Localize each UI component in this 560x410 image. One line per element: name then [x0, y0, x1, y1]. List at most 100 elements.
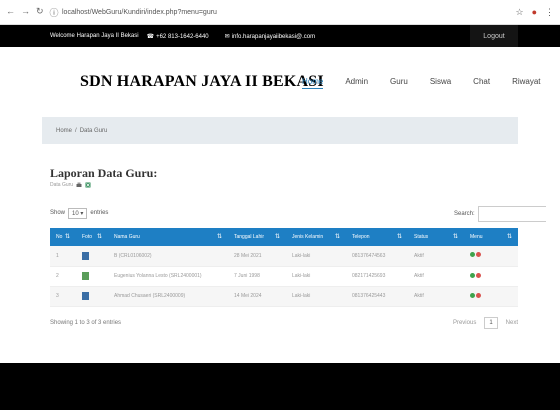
edit-icon[interactable] — [470, 252, 475, 258]
teacher-photo[interactable] — [82, 272, 89, 280]
cell-status: Aktif — [414, 293, 424, 299]
nav-home[interactable]: Home — [302, 77, 324, 89]
sort-icon: ⇅ — [452, 234, 458, 240]
entries-value: 10 — [72, 210, 79, 217]
previous-button[interactable]: Previous — [453, 320, 476, 326]
nav-guru[interactable]: Guru — [390, 77, 408, 89]
breadcrumb-separator: / — [75, 127, 77, 134]
search-input[interactable] — [477, 206, 546, 222]
email-info: ✉ info.harapanjayaiibekasi@.com — [225, 33, 324, 40]
entries-select[interactable]: 10 ▾ — [68, 207, 88, 219]
cell-menu — [464, 266, 518, 286]
delete-icon[interactable] — [476, 252, 481, 258]
nav-riwayat[interactable]: Riwayat — [512, 77, 540, 89]
phone-info: ☎ +62 813-1642-6440 — [147, 33, 217, 40]
browser-menu-icon[interactable]: ⋮ — [545, 7, 554, 18]
cell-tanggal: 14 Mei 2024 — [234, 293, 262, 299]
col-foto[interactable]: Foto ⇅ — [76, 228, 108, 246]
cell-foto — [76, 286, 108, 306]
cell-foto — [76, 246, 108, 266]
table-row: 2 Eugenius Yolanna Lesto (SRL2400001) 7 … — [50, 266, 518, 286]
sort-icon: ⇅ — [64, 234, 70, 240]
teacher-photo[interactable] — [82, 292, 89, 300]
excel-export-icon[interactable] — [85, 182, 91, 188]
cell-telepon: 082171425693 — [352, 273, 386, 279]
col-no[interactable]: No ⇅ — [50, 228, 76, 246]
site-header: SDN HARAPAN JAYA II BEKASI Home Admin Gu… — [0, 47, 560, 117]
teacher-photo[interactable] — [82, 251, 89, 260]
cell-no: 3 — [56, 293, 59, 299]
entries-label: entries — [90, 210, 109, 216]
col-telepon[interactable]: Telepon ⇅ — [346, 228, 408, 246]
col-nama[interactable]: Nama Guru ⇅ — [108, 228, 228, 246]
table-header-row: No ⇅ Foto ⇅ Nama Guru ⇅ Tanggal Lahir ⇅ Jeni… — [50, 228, 518, 246]
logout-button[interactable]: Logout — [470, 25, 518, 47]
cell-telepon: 081376474563 — [352, 252, 386, 259]
table-row: 1 B (CRL0106002) 28 Mei 2021 Laki-laki 0… — [50, 246, 518, 266]
email-text: info.harapanjayaiibekasi@.com — [231, 33, 316, 40]
back-icon[interactable]: ← — [6, 6, 15, 19]
table-controls: Show 10 ▾ entries Search: — [50, 206, 560, 222]
cell-no: 2 — [56, 273, 59, 279]
show-label: Show — [50, 210, 66, 216]
site-footer — [0, 363, 560, 410]
breadcrumb-current: Data Guru — [79, 127, 108, 134]
browser-nav: ← → ↻ ⓘ — [6, 6, 62, 19]
site-info-icon[interactable]: ⓘ — [50, 6, 59, 19]
nav-chat[interactable]: Chat — [473, 77, 490, 89]
reload-icon[interactable]: ↻ — [36, 6, 44, 19]
next-button[interactable]: Next — [506, 320, 518, 326]
page-title: Laporan Data Guru: — [50, 166, 158, 180]
forward-icon[interactable]: → — [21, 6, 30, 19]
search-label: Search: — [454, 211, 475, 217]
search-area: Search: — [454, 206, 546, 222]
edit-icon[interactable] — [470, 272, 475, 278]
sort-icon: ⇅ — [506, 234, 512, 240]
table-row: 3 Ahmad Chusaeri (SRL2400009) 14 Mei 202… — [50, 286, 518, 306]
sort-icon: ⇅ — [334, 234, 340, 240]
bookmark-star-icon[interactable]: ☆ — [515, 7, 523, 18]
cell-nama: Ahmad Chusaeri (SRL2400009) — [114, 293, 186, 299]
cell-status: Aktif — [414, 252, 424, 259]
cell-nama: B (CRL0106002) — [114, 252, 152, 259]
site-brand[interactable]: SDN HARAPAN JAYA II BEKASI — [80, 73, 324, 91]
col-menu[interactable]: Menu ⇅ — [464, 228, 518, 246]
cell-jenis-kelamin: Laki-laki — [292, 293, 311, 299]
cell-menu — [464, 246, 518, 266]
phone-text: +62 813-1642-6440 — [156, 33, 209, 40]
welcome-text: Welcome Harapan Jaya II Bekasi — [50, 33, 139, 39]
print-icon[interactable] — [76, 182, 82, 188]
sort-icon: ⇅ — [216, 234, 222, 240]
cell-tanggal: 28 Mei 2021 — [234, 252, 262, 259]
phone-icon: ☎ — [146, 33, 155, 40]
cell-menu — [464, 286, 518, 306]
cell-nama: Eugenius Yolanna Lesto (SRL2400001) — [114, 273, 202, 279]
col-status[interactable]: Status ⇅ — [408, 228, 464, 246]
breadcrumb-home[interactable]: Home — [56, 128, 72, 134]
extension-icon[interactable]: ● — [532, 7, 537, 18]
sort-icon: ⇅ — [96, 234, 102, 240]
cell-jenis-kelamin: Laki-laki — [292, 252, 311, 259]
edit-icon[interactable] — [470, 292, 475, 298]
nav-admin[interactable]: Admin — [345, 77, 368, 89]
guru-table: No ⇅ Foto ⇅ Nama Guru ⇅ Tanggal Lahir ⇅ Jeni… — [50, 228, 518, 307]
mail-icon: ✉ — [224, 33, 230, 40]
col-tanggal[interactable]: Tanggal Lahir ⇅ — [228, 228, 286, 246]
breadcrumb: Home / Data Guru — [42, 117, 518, 144]
contact-bar: Welcome Harapan Jaya II Bekasi ☎ +62 813-… — [0, 25, 560, 47]
sort-icon: ⇅ — [274, 234, 280, 240]
subtitle-text: Data Guru — [50, 182, 74, 188]
cell-status: Aktif — [414, 273, 424, 279]
cell-telepon: 081376425443 — [352, 293, 386, 299]
browser-toolbar: ← → ↻ ⓘ localhost/WebGuru/Kundiri/index.… — [0, 0, 560, 25]
main-nav: Home Admin Guru Siswa Chat Riwayat — [302, 77, 560, 89]
cell-jenis-kelamin: Laki-laki — [292, 273, 311, 279]
address-bar[interactable]: localhost/WebGuru/Kundiri/index.php?menu… — [62, 9, 515, 16]
col-jenis-kelamin[interactable]: Jenis Kelamin ⇅ — [286, 228, 346, 246]
nav-siswa[interactable]: Siswa — [430, 77, 451, 89]
page-1-button[interactable]: 1 — [484, 316, 498, 329]
pagination: Previous 1 Next — [453, 316, 518, 329]
delete-icon[interactable] — [476, 272, 481, 278]
delete-icon[interactable] — [476, 292, 481, 298]
entries-info: Showing 1 to 3 of 3 entries — [50, 319, 122, 326]
